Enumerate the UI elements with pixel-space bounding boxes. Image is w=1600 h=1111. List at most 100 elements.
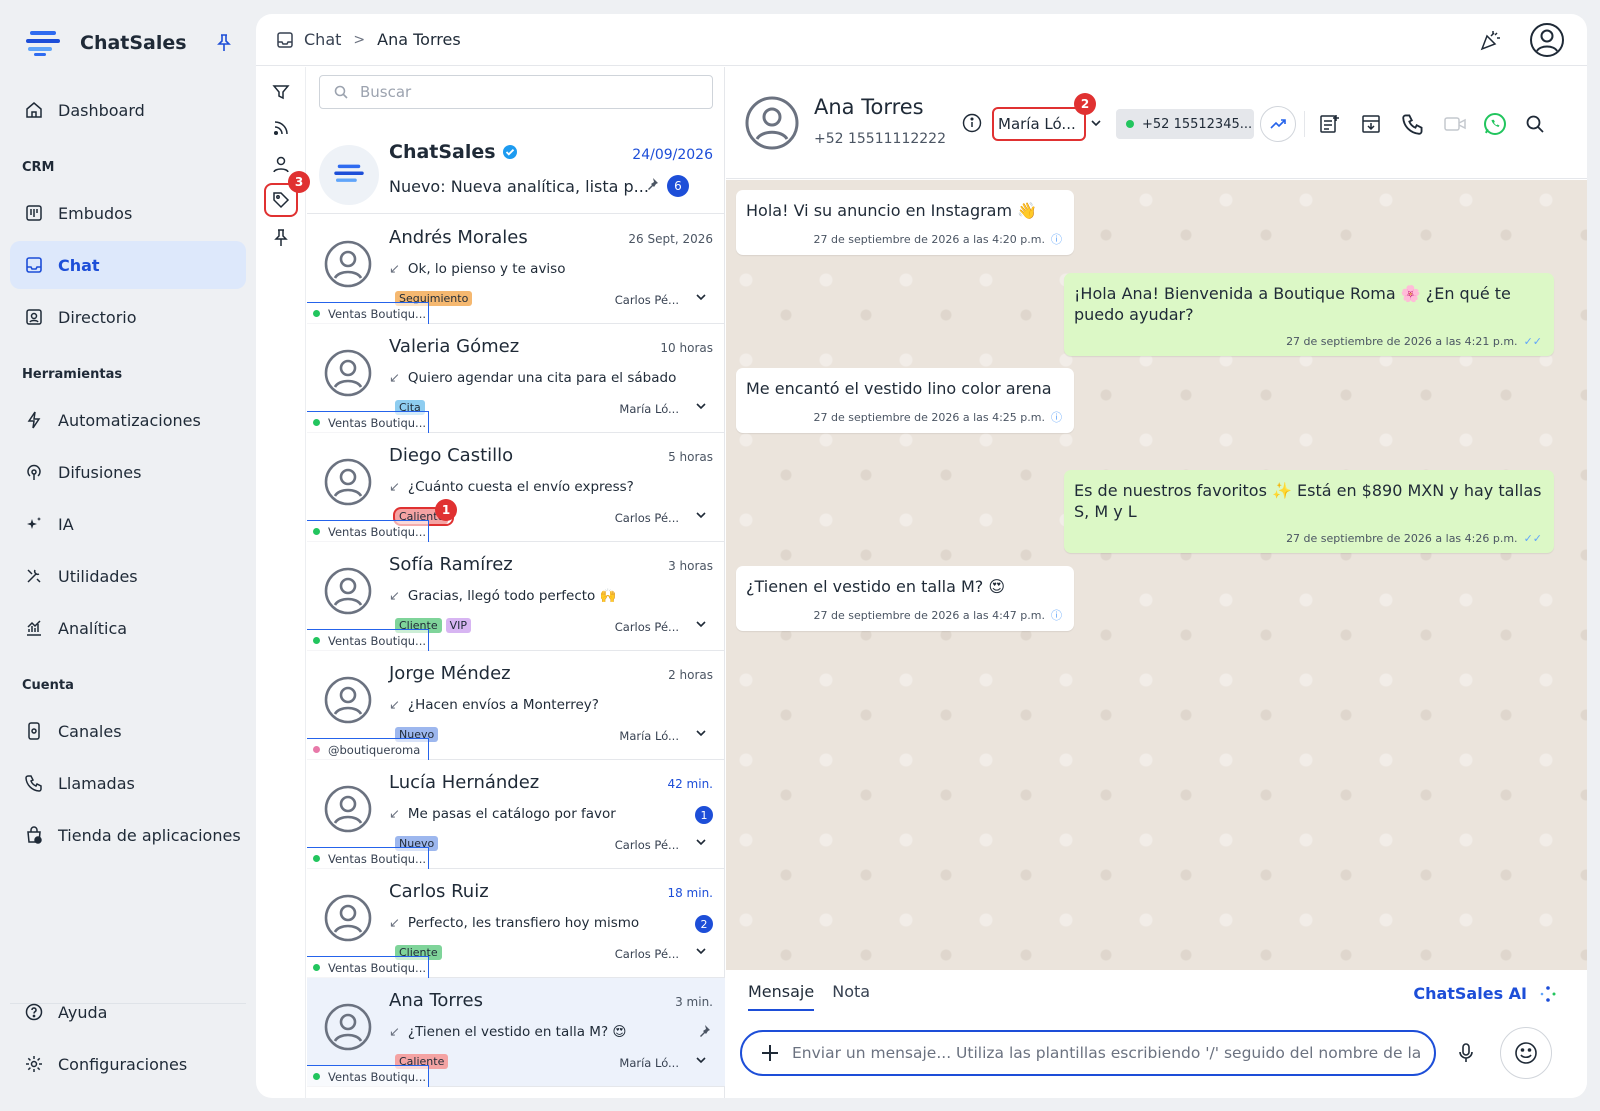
nav-llamadas-label: Llamadas: [58, 773, 135, 793]
chevron-down-icon[interactable]: [1090, 117, 1102, 129]
filter-icon[interactable]: [270, 81, 292, 103]
info-icon[interactable]: [962, 113, 982, 133]
chevron-down-icon[interactable]: [695, 1054, 707, 1066]
conversation-item[interactable]: Jorge Méndez 2 horas ↙ ¿Hacen envíos a Mont…: [307, 651, 725, 760]
search-icon[interactable]: [1522, 111, 1548, 137]
tag-label[interactable]: VIP: [445, 618, 472, 633]
search-box[interactable]: [319, 75, 713, 109]
nav-dashboard[interactable]: Dashboard: [10, 86, 246, 134]
message-incoming[interactable]: ¿Tienen el vestido en talla M? 😍 27 de s…: [736, 566, 1074, 631]
nav-canales[interactable]: Canales: [10, 707, 246, 755]
conversation-time: 5 horas: [668, 450, 713, 464]
chevron-right-icon: >: [353, 31, 366, 48]
lightning-icon: [24, 410, 44, 430]
user-filter-icon[interactable]: [270, 153, 292, 175]
contact-avatar-icon: [323, 348, 373, 398]
nav-configuraciones[interactable]: Configuraciones: [10, 1040, 246, 1088]
conversation-name: Carlos Ruiz: [389, 881, 489, 902]
nav-section-herramientas: Herramientas: [22, 367, 123, 382]
chevron-down-icon[interactable]: [695, 291, 707, 303]
plus-icon[interactable]: [760, 1043, 780, 1063]
conversation-time: 3 min.: [675, 995, 713, 1009]
conversation-item[interactable]: Lucía Hernández 42 min. ↙ Me pasas el catál…: [307, 760, 725, 869]
assignee-select[interactable]: María Ló...: [992, 107, 1086, 141]
call-icon[interactable]: [1400, 111, 1426, 137]
search-input[interactable]: [360, 83, 700, 101]
brand[interactable]: ChatSales: [24, 28, 187, 58]
assigned-agent: Carlos Pé...: [614, 620, 679, 634]
channel-feed-icon[interactable]: [270, 117, 292, 139]
chatsales-ai-button[interactable]: ChatSales AI: [1413, 984, 1557, 1003]
info-status-icon: ⓘ: [1051, 411, 1062, 424]
nav-utilidades[interactable]: Utilidades: [10, 552, 246, 600]
message-input[interactable]: [792, 1044, 1422, 1062]
contact-avatar-icon: [323, 675, 373, 725]
nav-analitica[interactable]: Analítica: [10, 604, 246, 652]
conversation-item[interactable]: Diego Castillo 5 horas ↙ ¿Cuánto cuesta el …: [307, 433, 725, 542]
party-icon[interactable]: [1479, 28, 1503, 52]
breadcrumb-root[interactable]: Chat: [304, 30, 341, 49]
message-incoming[interactable]: Me encantó el vestido lino color arena 2…: [736, 368, 1074, 433]
chevron-down-icon[interactable]: [695, 945, 707, 957]
nav-automatizaciones-label: Automatizaciones: [58, 410, 201, 430]
channel-dot: [313, 637, 320, 644]
chatsales-logo-icon: [24, 28, 62, 58]
archive-download-icon[interactable]: [1358, 111, 1384, 137]
device-icon: [24, 721, 44, 741]
emoji-button[interactable]: [1500, 1027, 1552, 1079]
conversation-item[interactable]: Valeria Gómez 10 horas ↙ Quiero agendar una…: [307, 324, 725, 433]
message-input-box[interactable]: [740, 1030, 1436, 1076]
nav-dashboard-label: Dashboard: [58, 100, 145, 120]
nav-utilidades-label: Utilidades: [58, 566, 138, 586]
conversation-preview: ↙ ¿Tienen el vestido en talla M? 😍: [389, 1024, 627, 1040]
home-icon: [24, 100, 44, 120]
nav-llamadas[interactable]: Llamadas: [10, 759, 246, 807]
pin-filter-icon[interactable]: [270, 227, 292, 249]
tools-icon: [24, 566, 44, 586]
whatsapp-icon[interactable]: [1482, 111, 1508, 137]
nav-chat[interactable]: Chat: [10, 241, 246, 289]
nav-ayuda-label: Ayuda: [58, 1002, 108, 1022]
tab-mensaje[interactable]: Mensaje: [748, 982, 815, 1011]
message-outgoing[interactable]: Es de nuestros favoritos ✨ Está en $890 …: [1064, 470, 1554, 553]
message-incoming[interactable]: Hola! Vi su anuncio en Instagram 👋 27 de…: [736, 190, 1074, 255]
pin-sidebar-icon[interactable]: [216, 34, 232, 52]
microphone-icon[interactable]: [1456, 1042, 1476, 1064]
conversation-item[interactable]: Andrés Morales 26 Sept, 2026 ↙ Ok, lo piens…: [307, 215, 725, 324]
chevron-down-icon[interactable]: [695, 509, 707, 521]
contact-avatar-icon[interactable]: [744, 95, 800, 151]
nav-difusiones[interactable]: Difusiones: [10, 448, 246, 496]
chevron-down-icon[interactable]: [695, 400, 707, 412]
analytics-icon: [24, 618, 44, 638]
nav-tienda[interactable]: Tienda de aplicaciones: [10, 811, 246, 859]
assigned-agent: María Ló...: [619, 729, 679, 743]
kanban-icon: [24, 203, 44, 223]
message-outgoing[interactable]: ¡Hola Ana! Bienvenida a Boutique Roma 🌸 …: [1064, 273, 1554, 356]
conversation-item[interactable]: Sofía Ramírez 3 horas ↙ Gracias, llegó todo…: [307, 542, 725, 651]
channel-label: Ventas Boutiqu...: [307, 1065, 429, 1087]
pinned-conversation[interactable]: ChatSales 24/09/2026 Nuevo: Nueva analít…: [307, 127, 725, 214]
info-status-icon: ⓘ: [1051, 233, 1062, 246]
nav-ayuda[interactable]: Ayuda: [10, 988, 246, 1036]
header-divider: [1304, 111, 1305, 137]
notes-icon[interactable]: [1316, 111, 1342, 137]
user-account-icon[interactable]: [1529, 22, 1565, 58]
video-call-icon[interactable]: [1442, 111, 1468, 137]
line-selector[interactable]: +52 15512345...: [1116, 109, 1254, 139]
nav-embudos[interactable]: Embudos: [10, 189, 246, 237]
nav-ia[interactable]: IA: [10, 500, 246, 548]
nav-automatizaciones[interactable]: Automatizaciones: [10, 396, 246, 444]
conversation-item[interactable]: Ana Torres 3 min. ↙ ¿Tienen el vestido en t…: [307, 978, 725, 1087]
pinned-icon: [645, 177, 659, 191]
tab-nota[interactable]: Nota: [832, 982, 870, 1011]
nav-directorio[interactable]: Directorio: [10, 293, 246, 341]
chevron-down-icon[interactable]: [695, 836, 707, 848]
conversation-time: 3 horas: [668, 559, 713, 573]
chevron-down-icon[interactable]: [695, 618, 707, 630]
conversation-item[interactable]: Carlos Ruiz 18 min. ↙ Perfecto, les transfi…: [307, 869, 725, 978]
chevron-down-icon[interactable]: [695, 727, 707, 739]
trend-button[interactable]: [1260, 106, 1296, 142]
contact-avatar-icon: [323, 893, 373, 943]
channel-label: Ventas Boutiqu...: [307, 302, 429, 324]
conversation-preview: ↙ Quiero agendar una cita para el sábado: [389, 370, 677, 386]
